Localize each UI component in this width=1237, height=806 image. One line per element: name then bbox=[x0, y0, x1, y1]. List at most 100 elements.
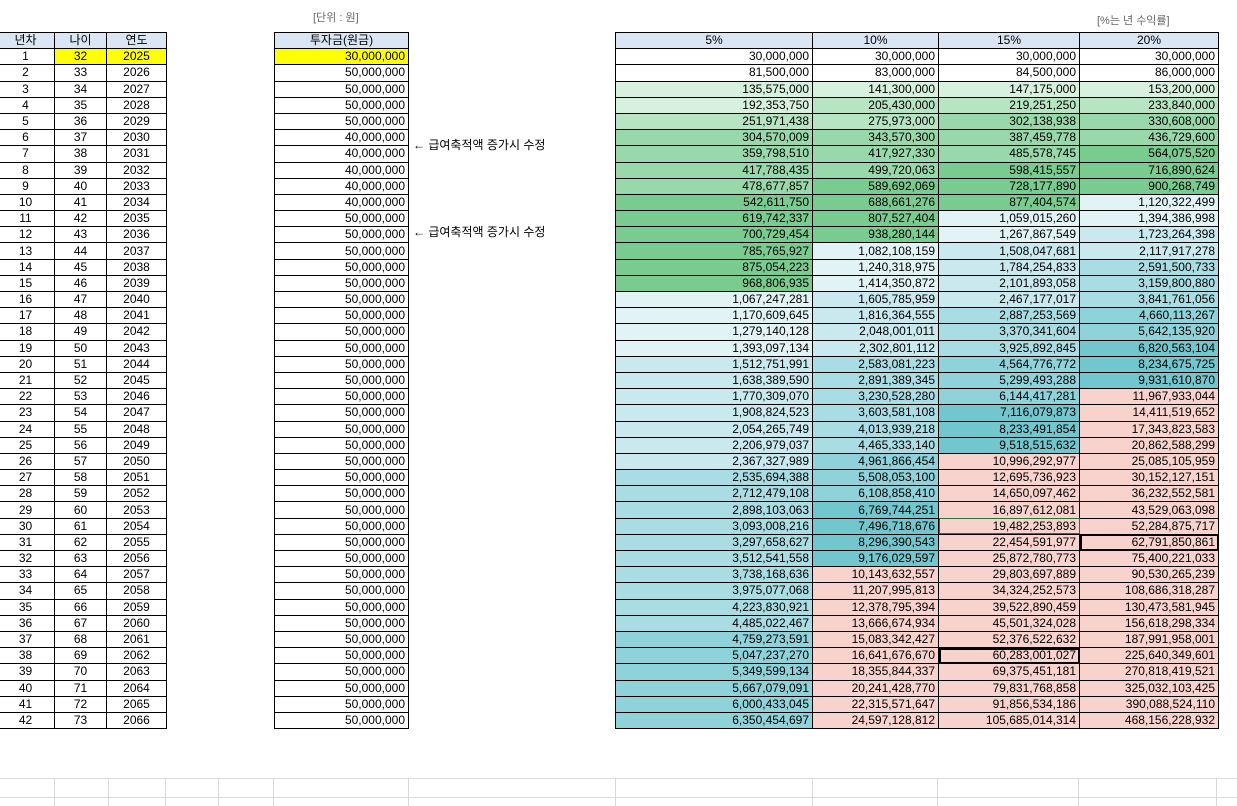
cell-investment[interactable]: 40,000,000 bbox=[274, 129, 409, 147]
cell-investment[interactable]: 50,000,000 bbox=[274, 96, 409, 114]
cell-return-10[interactable]: 589,692,069 bbox=[812, 177, 939, 195]
cell-investment[interactable]: 50,000,000 bbox=[274, 663, 409, 681]
cell-return-10[interactable]: 1,082,108,159 bbox=[812, 242, 939, 260]
cell-return-20[interactable]: 108,686,318,287 bbox=[1079, 582, 1219, 600]
cell-return-10[interactable]: 807,527,404 bbox=[812, 210, 939, 228]
cell-age[interactable]: 41 bbox=[54, 193, 107, 212]
cell-return-15[interactable]: 1,267,867,549 bbox=[938, 226, 1080, 244]
cell-calendar-year[interactable]: 2034 bbox=[106, 193, 167, 212]
cell-return-10[interactable]: 417,927,330 bbox=[812, 145, 939, 163]
cell-return-10[interactable]: 1,240,318,975 bbox=[812, 258, 939, 276]
cell-return-5[interactable]: 3,512,541,558 bbox=[615, 549, 813, 568]
cell-return-5[interactable]: 875,054,223 bbox=[615, 258, 813, 276]
cell-calendar-year[interactable]: 2049 bbox=[106, 436, 167, 454]
cell-investment[interactable]: 50,000,000 bbox=[274, 566, 409, 584]
cell-return-15[interactable]: 69,375,451,181 bbox=[938, 663, 1080, 681]
cell-year-index[interactable]: 38 bbox=[0, 647, 55, 665]
cell-return-20[interactable]: 233,840,000 bbox=[1079, 96, 1219, 114]
cell-year-index[interactable]: 41 bbox=[0, 695, 55, 713]
cell-investment[interactable]: 50,000,000 bbox=[274, 290, 409, 309]
cell-return-15[interactable]: 12,695,736,923 bbox=[938, 469, 1080, 487]
cell-age[interactable]: 46 bbox=[54, 274, 107, 293]
cell-year-index[interactable]: 40 bbox=[0, 679, 55, 697]
cell-return-15[interactable]: 877,404,574 bbox=[938, 193, 1080, 212]
cell-calendar-year[interactable]: 2051 bbox=[106, 469, 167, 487]
cell-return-10[interactable]: 141,300,000 bbox=[812, 80, 939, 98]
cell-return-10[interactable]: 499,720,063 bbox=[812, 161, 939, 179]
cell-investment[interactable]: 40,000,000 bbox=[274, 193, 409, 212]
cell-return-20[interactable]: 564,075,520 bbox=[1079, 145, 1219, 163]
cell-return-15[interactable]: 105,685,014,314 bbox=[938, 711, 1080, 730]
cell-return-5[interactable]: 3,975,077,068 bbox=[615, 582, 813, 600]
cell-return-15[interactable]: 2,467,177,017 bbox=[938, 290, 1080, 309]
cell-return-10[interactable]: 2,583,081,223 bbox=[812, 355, 939, 373]
cell-calendar-year[interactable]: 2047 bbox=[106, 404, 167, 422]
cell-age[interactable]: 49 bbox=[54, 323, 107, 341]
cell-calendar-year[interactable]: 2058 bbox=[106, 582, 167, 600]
cell-return-20[interactable]: 90,530,265,239 bbox=[1079, 566, 1219, 584]
cell-return-5[interactable]: 1,770,309,070 bbox=[615, 388, 813, 406]
cell-return-15[interactable]: 30,000,000 bbox=[938, 48, 1080, 66]
cell-investment[interactable]: 50,000,000 bbox=[274, 274, 409, 293]
cell-investment[interactable]: 50,000,000 bbox=[274, 711, 409, 730]
cell-year-index[interactable]: 12 bbox=[0, 226, 55, 244]
cell-return-10[interactable]: 2,302,801,112 bbox=[812, 339, 939, 357]
cell-return-15[interactable]: 485,578,745 bbox=[938, 145, 1080, 163]
cell-investment[interactable]: 50,000,000 bbox=[274, 80, 409, 98]
cell-calendar-year[interactable]: 2032 bbox=[106, 161, 167, 179]
cell-year-index[interactable]: 19 bbox=[0, 339, 55, 357]
cell-return-15[interactable]: 219,251,250 bbox=[938, 96, 1080, 114]
cell-return-20[interactable]: 75,400,221,033 bbox=[1079, 549, 1219, 568]
cell-return-5[interactable]: 417,788,435 bbox=[615, 161, 813, 179]
cell-return-20[interactable]: 2,117,917,278 bbox=[1079, 242, 1219, 260]
cell-return-15[interactable]: 14,650,097,462 bbox=[938, 485, 1080, 503]
cell-year-index[interactable]: 36 bbox=[0, 614, 55, 632]
cell-return-15[interactable]: 302,138,938 bbox=[938, 112, 1080, 131]
cell-year-index[interactable]: 23 bbox=[0, 404, 55, 422]
cell-investment[interactable]: 50,000,000 bbox=[274, 501, 409, 519]
cell-investment[interactable]: 50,000,000 bbox=[274, 598, 409, 616]
cell-investment[interactable]: 50,000,000 bbox=[274, 404, 409, 422]
cell-return-10[interactable]: 20,241,428,770 bbox=[812, 679, 939, 697]
cell-age[interactable]: 62 bbox=[54, 533, 107, 552]
cell-return-5[interactable]: 135,575,000 bbox=[615, 80, 813, 98]
cell-return-5[interactable]: 2,367,327,989 bbox=[615, 452, 813, 471]
cell-year-index[interactable]: 33 bbox=[0, 566, 55, 584]
cell-investment[interactable]: 50,000,000 bbox=[274, 64, 409, 82]
cell-age[interactable]: 70 bbox=[54, 663, 107, 681]
header-rate-10[interactable]: 10% bbox=[812, 31, 939, 50]
cell-year-index[interactable]: 13 bbox=[0, 242, 55, 260]
cell-calendar-year[interactable]: 2041 bbox=[106, 307, 167, 325]
cell-return-10[interactable]: 9,176,029,597 bbox=[812, 549, 939, 568]
cell-return-15[interactable]: 3,925,892,845 bbox=[938, 339, 1080, 357]
cell-return-15[interactable]: 34,324,252,573 bbox=[938, 582, 1080, 600]
cell-return-10[interactable]: 205,430,000 bbox=[812, 96, 939, 114]
cell-year-index[interactable]: 8 bbox=[0, 161, 55, 179]
cell-age[interactable]: 43 bbox=[54, 226, 107, 244]
cell-return-20[interactable]: 1,120,322,499 bbox=[1079, 193, 1219, 212]
cell-investment[interactable]: 50,000,000 bbox=[274, 371, 409, 390]
cell-calendar-year[interactable]: 2029 bbox=[106, 112, 167, 131]
cell-investment[interactable]: 50,000,000 bbox=[274, 112, 409, 131]
cell-year-index[interactable]: 32 bbox=[0, 549, 55, 568]
cell-calendar-year[interactable]: 2066 bbox=[106, 711, 167, 730]
cell-return-10[interactable]: 2,891,389,345 bbox=[812, 371, 939, 390]
cell-return-5[interactable]: 251,971,438 bbox=[615, 112, 813, 131]
cell-return-15[interactable]: 16,897,612,081 bbox=[938, 501, 1080, 519]
cell-return-5[interactable]: 1,067,247,281 bbox=[615, 290, 813, 309]
cell-investment[interactable]: 50,000,000 bbox=[274, 533, 409, 552]
cell-investment[interactable]: 50,000,000 bbox=[274, 647, 409, 665]
cell-return-10[interactable]: 15,083,342,427 bbox=[812, 630, 939, 649]
cell-return-15[interactable]: 598,415,557 bbox=[938, 161, 1080, 179]
cell-investment[interactable]: 50,000,000 bbox=[274, 339, 409, 357]
cell-return-5[interactable]: 1,638,389,590 bbox=[615, 371, 813, 390]
cell-return-20[interactable]: 30,000,000 bbox=[1079, 48, 1219, 66]
cell-investment[interactable]: 50,000,000 bbox=[274, 388, 409, 406]
cell-calendar-year[interactable]: 2061 bbox=[106, 630, 167, 649]
cell-year-index[interactable]: 1 bbox=[0, 48, 55, 66]
cell-return-20[interactable]: 62,791,850,861 bbox=[1079, 533, 1219, 552]
cell-return-15[interactable]: 728,177,890 bbox=[938, 177, 1080, 195]
cell-age[interactable]: 63 bbox=[54, 549, 107, 568]
cell-return-5[interactable]: 3,297,658,627 bbox=[615, 533, 813, 552]
cell-investment[interactable]: 40,000,000 bbox=[274, 177, 409, 195]
